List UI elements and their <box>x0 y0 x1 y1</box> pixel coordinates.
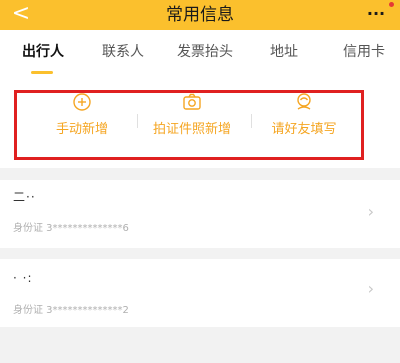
add-traveler-actions: 手动新增 拍证件照新增 请好友填写 <box>0 80 400 168</box>
tab-bar: 出行人 联系人 发票抬头 地址 信用卡 <box>0 30 400 80</box>
chevron-right-icon: › <box>367 202 374 221</box>
more-options-icon[interactable]: ··· <box>362 2 390 28</box>
tab-credit-cards[interactable]: 信用卡 <box>343 30 385 80</box>
tab-invoice-titles[interactable]: 发票抬头 <box>177 30 233 80</box>
active-tab-indicator <box>31 71 53 74</box>
plus-circle-icon <box>73 93 91 111</box>
notification-dot <box>389 2 394 7</box>
invite-friend-fill-button[interactable]: 请好友填写 <box>249 92 359 148</box>
traveler-name: 二·· <box>13 190 36 204</box>
photo-id-add-label: 拍证件照新增 <box>152 122 231 137</box>
tab-addresses[interactable]: 地址 <box>270 30 298 80</box>
traveler-id-number: 身份证 3**************6 <box>13 223 129 234</box>
camera-icon <box>183 93 201 110</box>
tab-contacts[interactable]: 联系人 <box>102 30 144 80</box>
traveler-id-number: 身份证 3**************2 <box>13 305 129 316</box>
traveler-card[interactable]: · ·: 身份证 3**************2 › <box>0 259 400 327</box>
chevron-right-icon: › <box>367 279 374 298</box>
photo-id-add-button[interactable]: 拍证件照新增 <box>137 92 247 148</box>
page-bottom <box>0 346 400 363</box>
manual-add-label: 手动新增 <box>55 122 108 137</box>
navbar: < 常用信息 ··· <box>0 0 400 30</box>
invite-friend-fill-label: 请好友填写 <box>271 122 337 137</box>
traveler-card[interactable]: 二·· 身份证 3**************6 › <box>0 180 400 248</box>
page-title: 常用信息 <box>166 5 234 25</box>
manual-add-button[interactable]: 手动新增 <box>27 92 137 148</box>
friend-icon <box>297 93 311 110</box>
traveler-name: · ·: <box>13 271 33 285</box>
